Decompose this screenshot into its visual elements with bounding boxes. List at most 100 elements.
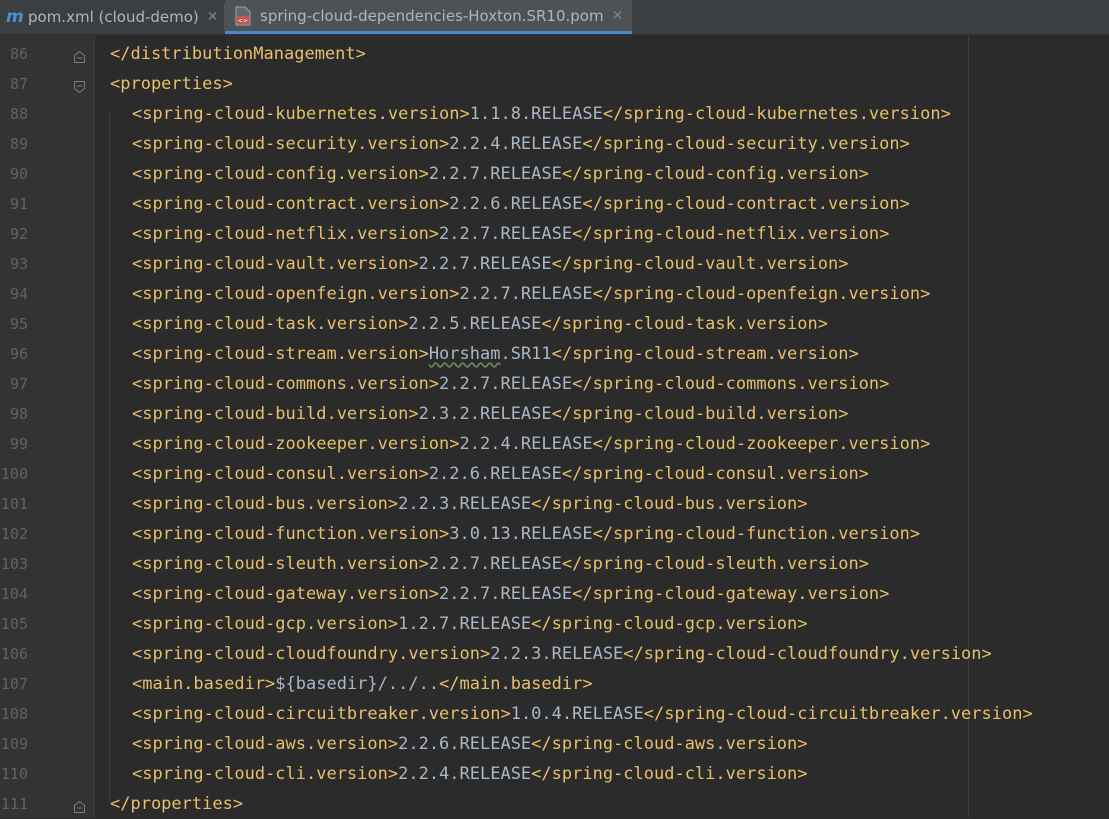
xml-value: 2.2.6.RELEASE bbox=[398, 734, 532, 754]
code-line[interactable]: 96 <spring-cloud-stream.version>Horsham.S… bbox=[0, 339, 1109, 369]
xml-value: 2.2.4.RELEASE bbox=[459, 434, 593, 454]
code-line[interactable]: 98 <spring-cloud-build.version>2.3.2.RELE… bbox=[0, 399, 1109, 429]
spelling-warning: Horsham bbox=[428, 344, 501, 364]
code-text: <spring-cloud-netflix.version>2.2.7.RELE… bbox=[132, 219, 889, 249]
xml-value: Horsham.SR11 bbox=[428, 344, 552, 364]
code-text: <spring-cloud-gcp.version>1.2.7.RELEASE<… bbox=[132, 609, 808, 639]
code-line[interactable]: 107 <main.basedir>${basedir}/../..</main.… bbox=[0, 669, 1109, 699]
xml-open-tag: <spring-cloud-circuitbreaker.version> bbox=[132, 704, 511, 724]
tab-pom-xml[interactable]: m pom.xml (cloud-demo) ✕ bbox=[0, 0, 224, 34]
xml-close-tag: </spring-cloud-bus.version> bbox=[531, 494, 808, 514]
xml-close-tag: </spring-cloud-task.version> bbox=[541, 314, 828, 334]
line-number: 100 bbox=[0, 465, 28, 483]
code-text: <spring-cloud-sleuth.version>2.2.7.RELEA… bbox=[132, 549, 869, 579]
xml-close-tag: </spring-cloud-vault.version> bbox=[551, 254, 849, 274]
xml-file-icon: <> bbox=[235, 6, 251, 26]
xml-open-tag: <spring-cloud-stream.version> bbox=[132, 344, 429, 364]
code-text: <spring-cloud-consul.version>2.2.6.RELEA… bbox=[132, 459, 869, 489]
code-line[interactable]: 101 <spring-cloud-bus.version>2.2.3.RELEA… bbox=[0, 489, 1109, 519]
fold-end-icon[interactable] bbox=[74, 798, 85, 813]
xml-value: 2.2.7.RELEASE bbox=[459, 284, 593, 304]
line-number: 86 bbox=[9, 45, 28, 63]
xml-open-tag: </distributionManagement> bbox=[110, 44, 366, 64]
xml-close-tag: </spring-cloud-sleuth.version> bbox=[561, 554, 869, 574]
xml-open-tag: <main.basedir> bbox=[132, 674, 276, 694]
tab-spring-cloud-dependencies-pom[interactable]: <> spring-cloud-dependencies-Hoxton.SR10… bbox=[225, 0, 632, 34]
line-number: 91 bbox=[9, 195, 28, 213]
xml-open-tag: <spring-cloud-security.version> bbox=[132, 134, 450, 154]
xml-close-tag: </spring-cloud-kubernetes.version> bbox=[602, 104, 951, 124]
xml-value: 2.2.7.RELEASE bbox=[418, 254, 552, 274]
xml-close-tag: </spring-cloud-contract.version> bbox=[582, 194, 910, 214]
code-text: <spring-cloud-zookeeper.version>2.2.4.RE… bbox=[132, 429, 930, 459]
code-line[interactable]: 109 <spring-cloud-aws.version>2.2.6.RELEA… bbox=[0, 729, 1109, 759]
xml-value: 2.2.6.RELEASE bbox=[428, 464, 562, 484]
code-line[interactable]: 102 <spring-cloud-function.version>3.0.13… bbox=[0, 519, 1109, 549]
code-line[interactable]: 105 <spring-cloud-gcp.version>1.2.7.RELEA… bbox=[0, 609, 1109, 639]
code-editor[interactable]: 86 </distributionManagement> 87 <properties… bbox=[0, 35, 1109, 818]
code-line[interactable]: 91 <spring-cloud-contract.version>2.2.6.R… bbox=[0, 189, 1109, 219]
code-line[interactable]: 103 <spring-cloud-sleuth.version>2.2.7.RE… bbox=[0, 549, 1109, 579]
code-line[interactable]: 90 <spring-cloud-config.version>2.2.7.REL… bbox=[0, 159, 1109, 189]
xml-close-tag: </spring-cloud-security.version> bbox=[582, 134, 910, 154]
xml-value: 3.0.13.RELEASE bbox=[449, 524, 593, 544]
xml-open-tag: <spring-cloud-bus.version> bbox=[132, 494, 399, 514]
line-number: 105 bbox=[0, 615, 28, 633]
line-number: 106 bbox=[0, 645, 28, 663]
xml-value: 1.0.4.RELEASE bbox=[510, 704, 644, 724]
code-line[interactable]: 89 <spring-cloud-security.version>2.2.4.R… bbox=[0, 129, 1109, 159]
code-line[interactable]: 88 <spring-cloud-kubernetes.version>1.1.8… bbox=[0, 99, 1109, 129]
xml-close-tag: </spring-cloud-config.version> bbox=[561, 164, 869, 184]
xml-open-tag: <spring-cloud-task.version> bbox=[132, 314, 409, 334]
svg-text:<>: <> bbox=[238, 17, 248, 24]
code-text: <spring-cloud-commons.version>2.2.7.RELE… bbox=[132, 369, 889, 399]
code-text: <properties> bbox=[110, 69, 233, 99]
xml-open-tag: <spring-cloud-gateway.version> bbox=[132, 584, 440, 604]
code-line[interactable]: 97 <spring-cloud-commons.version>2.2.7.RE… bbox=[0, 369, 1109, 399]
code-text: <spring-cloud-kubernetes.version>1.1.8.R… bbox=[132, 99, 951, 129]
editor-tab-bar: m pom.xml (cloud-demo) ✕ <> spring-cloud… bbox=[0, 0, 1109, 35]
xml-open-tag: <spring-cloud-netflix.version> bbox=[132, 224, 440, 244]
xml-value: 2.2.7.RELEASE bbox=[428, 554, 562, 574]
xml-close-tag: </spring-cloud-cli.version> bbox=[531, 764, 808, 784]
code-line[interactable]: 95 <spring-cloud-task.version>2.2.5.RELEA… bbox=[0, 309, 1109, 339]
code-text: <spring-cloud-vault.version>2.2.7.RELEAS… bbox=[132, 249, 848, 279]
xml-close-tag: </spring-cloud-commons.version> bbox=[572, 374, 890, 394]
code-line[interactable]: 110 <spring-cloud-cli.version>2.2.4.RELEA… bbox=[0, 759, 1109, 789]
xml-open-tag: <spring-cloud-gcp.version> bbox=[132, 614, 399, 634]
xml-value: 1.1.8.RELEASE bbox=[469, 104, 603, 124]
code-text: <spring-cloud-cli.version>2.2.4.RELEASE<… bbox=[132, 759, 808, 789]
code-line[interactable]: 86 </distributionManagement> bbox=[0, 39, 1109, 69]
line-number: 94 bbox=[9, 285, 28, 303]
line-number: 104 bbox=[0, 585, 28, 603]
code-line[interactable]: 104 <spring-cloud-gateway.version>2.2.7.R… bbox=[0, 579, 1109, 609]
code-line[interactable]: 100 <spring-cloud-consul.version>2.2.6.RE… bbox=[0, 459, 1109, 489]
code-line[interactable]: 108 <spring-cloud-circuitbreaker.version>… bbox=[0, 699, 1109, 729]
xml-value: 2.2.6.RELEASE bbox=[449, 194, 583, 214]
xml-close-tag: </spring-cloud-circuitbreaker.version> bbox=[643, 704, 1033, 724]
xml-value: 1.2.7.RELEASE bbox=[398, 614, 532, 634]
code-line[interactable]: 93 <spring-cloud-vault.version>2.2.7.RELE… bbox=[0, 249, 1109, 279]
fold-start-icon[interactable] bbox=[74, 78, 85, 94]
xml-open-tag: <spring-cloud-aws.version> bbox=[132, 734, 399, 754]
line-number: 92 bbox=[9, 225, 28, 243]
line-number: 111 bbox=[0, 795, 28, 813]
line-number: 95 bbox=[9, 315, 28, 333]
fold-end-icon[interactable] bbox=[74, 48, 85, 63]
code-line[interactable]: 92 <spring-cloud-netflix.version>2.2.7.RE… bbox=[0, 219, 1109, 249]
xml-value: 2.2.3.RELEASE bbox=[398, 494, 532, 514]
xml-close-tag: </spring-cloud-stream.version> bbox=[551, 344, 859, 364]
xml-open-tag: <properties> bbox=[110, 74, 233, 94]
close-icon[interactable]: ✕ bbox=[207, 9, 219, 25]
code-line[interactable]: 106 <spring-cloud-cloudfoundry.version>2.… bbox=[0, 639, 1109, 669]
code-line[interactable]: 87 <properties> bbox=[0, 69, 1109, 99]
code-text: <spring-cloud-aws.version>2.2.6.RELEASE<… bbox=[132, 729, 808, 759]
code-line[interactable]: 99 <spring-cloud-zookeeper.version>2.2.4.… bbox=[0, 429, 1109, 459]
code-line[interactable]: 94 <spring-cloud-openfeign.version>2.2.7.… bbox=[0, 279, 1109, 309]
close-icon[interactable]: ✕ bbox=[612, 8, 624, 24]
code-text: <spring-cloud-circuitbreaker.version>1.0… bbox=[132, 699, 1033, 729]
line-number: 97 bbox=[9, 375, 28, 393]
xml-value: 2.2.5.RELEASE bbox=[408, 314, 542, 334]
code-text: <spring-cloud-function.version>3.0.13.RE… bbox=[132, 519, 920, 549]
code-line[interactable]: 111 </properties> bbox=[0, 789, 1109, 819]
